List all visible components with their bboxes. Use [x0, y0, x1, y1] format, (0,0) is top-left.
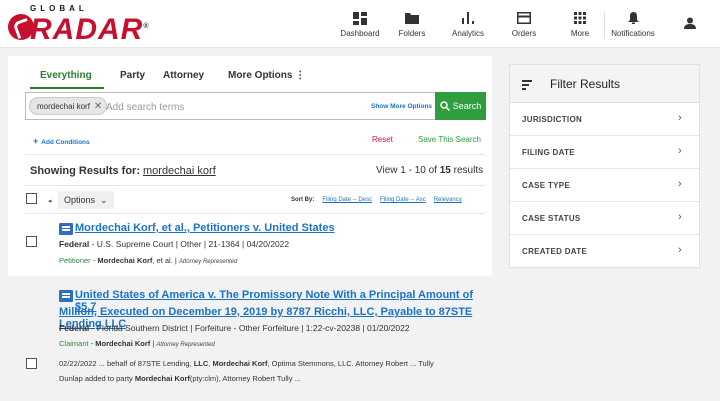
filter-label: CREATED DATE: [522, 247, 588, 256]
nav-orders[interactable]: Orders: [496, 0, 552, 48]
global-radar-logo[interactable]: GLOBAL RADAR®: [8, 4, 158, 46]
active-tab-indicator: [30, 87, 104, 89]
nav-notifications[interactable]: Notifications: [606, 0, 660, 48]
divider: [25, 185, 485, 186]
orders-icon: [517, 10, 531, 26]
plus-icon: +: [33, 136, 39, 146]
divider: [25, 213, 485, 214]
filter-case-type[interactable]: CASE TYPE ›: [510, 169, 699, 202]
filter-case-status[interactable]: CASE STATUS ›: [510, 202, 699, 235]
nav-label: Orders: [511, 29, 537, 38]
filter-label: CASE TYPE: [522, 181, 571, 190]
search-box: mordechai korf ✕ Show More Options Searc…: [25, 92, 486, 120]
query-link[interactable]: mordechai korf: [143, 165, 216, 177]
nav-label: Folders: [398, 29, 426, 38]
search-tabs: Everything Party Attorney More Options ⋮: [8, 56, 492, 92]
user-avatar-icon[interactable]: [684, 16, 696, 34]
result-party: Claimant - Mordechai Korf | Attorney Rep…: [59, 339, 215, 348]
sort-relevancy[interactable]: Relevancy: [434, 197, 462, 203]
nav-label: Notifications: [611, 29, 655, 38]
chevron-right-icon: ›: [678, 145, 682, 157]
search-icon: [439, 101, 450, 111]
filter-title: Filter Results: [550, 77, 621, 91]
chevron-down-icon: ⌄: [100, 194, 108, 205]
filter-filing-date[interactable]: FILING DATE ›: [510, 136, 699, 169]
filter-header: Filter Results: [510, 65, 699, 103]
nav-analytics[interactable]: Analytics: [440, 0, 496, 48]
options-label: Options: [64, 195, 96, 205]
tab-party[interactable]: Party: [120, 70, 145, 81]
divider: [25, 154, 485, 155]
sort-filing-date-asc[interactable]: Filing Date -- Asc: [380, 197, 426, 203]
results-count: View 1 - 10 of 15 results: [376, 165, 484, 176]
result-checkbox[interactable]: [26, 358, 37, 369]
nav-label: Dashboard: [340, 29, 380, 38]
sort-by-bar: Sort By: Filing Date -- Desc Filing Date…: [291, 197, 470, 203]
nav-divider: [604, 12, 605, 38]
result-card: United States of America v. The Promisso…: [8, 276, 492, 401]
result-checkbox[interactable]: [26, 236, 37, 247]
filter-created-date[interactable]: CREATED DATE ›: [510, 235, 699, 268]
nav-label: Analytics: [451, 29, 484, 38]
folder-icon: [405, 10, 419, 26]
chevron-right-icon: ›: [678, 244, 682, 256]
filter-label: CASE STATUS: [522, 214, 581, 223]
document-icon: [59, 290, 73, 302]
notifications-nav: Notifications: [606, 0, 660, 48]
search-button[interactable]: Search: [435, 92, 486, 120]
chip-remove-icon[interactable]: ✕: [94, 101, 102, 112]
chevron-right-icon: ›: [678, 112, 682, 124]
chevron-right-icon: ›: [678, 211, 682, 223]
nav-folders[interactable]: Folders: [384, 0, 440, 48]
analytics-icon: [462, 10, 474, 26]
add-conditions-link[interactable]: + Add Conditions: [33, 136, 90, 146]
caret-left-icon[interactable]: ◂: [48, 197, 52, 205]
nav-more[interactable]: More: [552, 0, 608, 48]
filter-label: JURISDICTION: [522, 115, 583, 124]
search-term-chip[interactable]: mordechai korf ✕: [29, 97, 108, 115]
filter-results-panel: Filter Results JURISDICTION › FILING DAT…: [509, 64, 700, 268]
logo-radar-text: RADAR®: [30, 13, 150, 46]
dashboard-icon: [353, 10, 367, 26]
bell-icon: [627, 10, 639, 26]
result-party: Petitioner - Mordechai Korf, et al. | At…: [59, 256, 238, 265]
document-icon: [59, 223, 73, 235]
tab-more-options[interactable]: More Options ⋮: [228, 70, 305, 81]
result-snippet: 02/22/2022 ... behalf of 87STE Lending, …: [59, 359, 434, 383]
nav-label: More: [570, 29, 590, 38]
tab-everything[interactable]: Everything: [40, 70, 92, 81]
select-all-checkbox[interactable]: [26, 193, 37, 204]
save-search-link[interactable]: Save This Search: [418, 135, 481, 144]
main-nav: Dashboard Folders Analytics Orders More: [336, 0, 608, 48]
filter-label: FILING DATE: [522, 148, 575, 157]
tab-attorney[interactable]: Attorney: [163, 70, 204, 81]
options-dropdown[interactable]: Options ⌄: [58, 191, 114, 209]
result-meta: Federal - U.S. Supreme Court | Other | 2…: [59, 239, 290, 249]
filter-jurisdiction[interactable]: JURISDICTION ›: [510, 103, 699, 136]
search-button-label: Search: [452, 101, 482, 111]
showing-results-for: Showing Results for: mordechai korf: [30, 165, 216, 177]
sort-filing-date-desc[interactable]: Filing Date -- Desc: [322, 197, 372, 203]
grid-icon: [574, 10, 586, 26]
kebab-icon: ⋮: [295, 70, 306, 81]
result-meta: Federal - Florida Southern District | Fo…: [59, 323, 410, 333]
nav-dashboard[interactable]: Dashboard: [336, 0, 384, 48]
top-bar: GLOBAL RADAR® Dashboard Folders Analytic…: [0, 0, 720, 48]
search-input[interactable]: [106, 99, 306, 115]
result-title-link[interactable]: Mordechai Korf, et al., Petitioners v. U…: [75, 222, 335, 234]
chevron-right-icon: ›: [678, 178, 682, 190]
show-more-options-link[interactable]: Show More Options: [371, 103, 432, 110]
reset-link[interactable]: Reset: [372, 135, 393, 144]
chip-label: mordechai korf: [37, 101, 90, 111]
sort-by-label: Sort By:: [291, 197, 315, 203]
filter-icon: [522, 80, 532, 92]
